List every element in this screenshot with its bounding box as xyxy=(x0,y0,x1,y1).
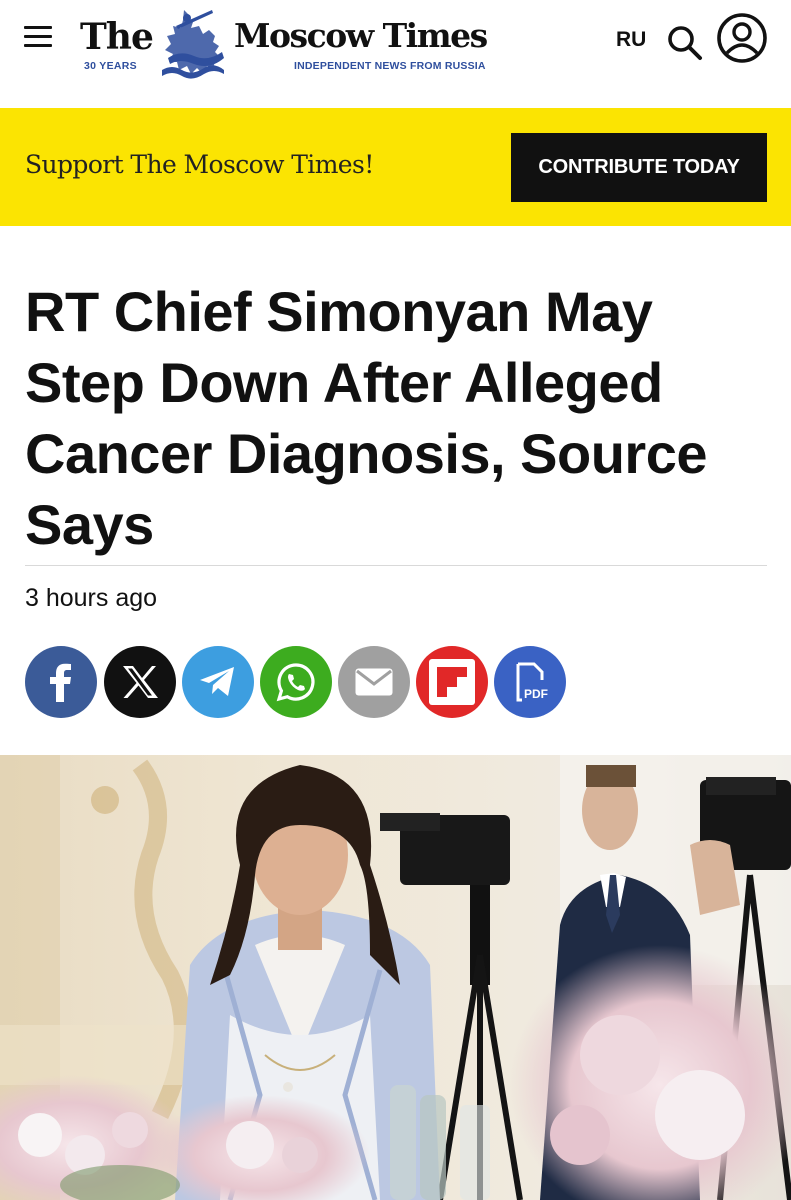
article-timestamp: 3 hours ago xyxy=(25,584,158,612)
site-header: The Moscow Times 30 YEARS INDEPENDENT NE… xyxy=(0,0,791,108)
logo-tagline: INDEPENDENT NEWS FROM RUSSIA xyxy=(294,60,486,72)
facebook-icon xyxy=(50,663,71,702)
x-share-button[interactable] xyxy=(104,646,176,718)
logo-the: The xyxy=(80,16,154,58)
flipboard-icon xyxy=(429,659,475,705)
support-banner: Support The Moscow Times! CONTRIBUTE TOD… xyxy=(0,108,791,226)
pdf-label: PDF xyxy=(524,687,548,701)
menu-icon[interactable] xyxy=(24,26,52,54)
article-headline: RT Chief Simonyan May Step Down After Al… xyxy=(25,280,708,556)
envelope-icon xyxy=(355,668,393,696)
pdf-share-button[interactable]: PDF xyxy=(494,646,566,718)
photo-illustration xyxy=(0,755,791,1200)
language-switch[interactable]: RU xyxy=(616,28,646,52)
x-icon xyxy=(123,666,158,698)
email-share-button[interactable] xyxy=(338,646,410,718)
st-george-emblem-icon xyxy=(162,10,224,79)
divider xyxy=(25,565,767,566)
flipboard-share-button[interactable] xyxy=(416,646,488,718)
whatsapp-icon xyxy=(276,663,315,702)
whatsapp-share-button[interactable] xyxy=(260,646,332,718)
telegram-icon xyxy=(200,667,234,696)
contribute-button[interactable]: CONTRIBUTE TODAY xyxy=(511,133,767,202)
article-lead-photo xyxy=(0,755,791,1200)
search-icon[interactable] xyxy=(664,22,704,62)
logo-years: 30 YEARS xyxy=(84,60,137,72)
account-icon[interactable] xyxy=(716,12,768,64)
logo-name: Moscow Times xyxy=(234,16,488,55)
pdf-icon: PDF xyxy=(516,662,548,702)
telegram-share-button[interactable] xyxy=(182,646,254,718)
facebook-share-button[interactable] xyxy=(25,646,97,718)
support-text: Support The Moscow Times! xyxy=(25,150,374,179)
site-logo[interactable]: The Moscow Times 30 YEARS INDEPENDENT NE… xyxy=(78,6,502,86)
